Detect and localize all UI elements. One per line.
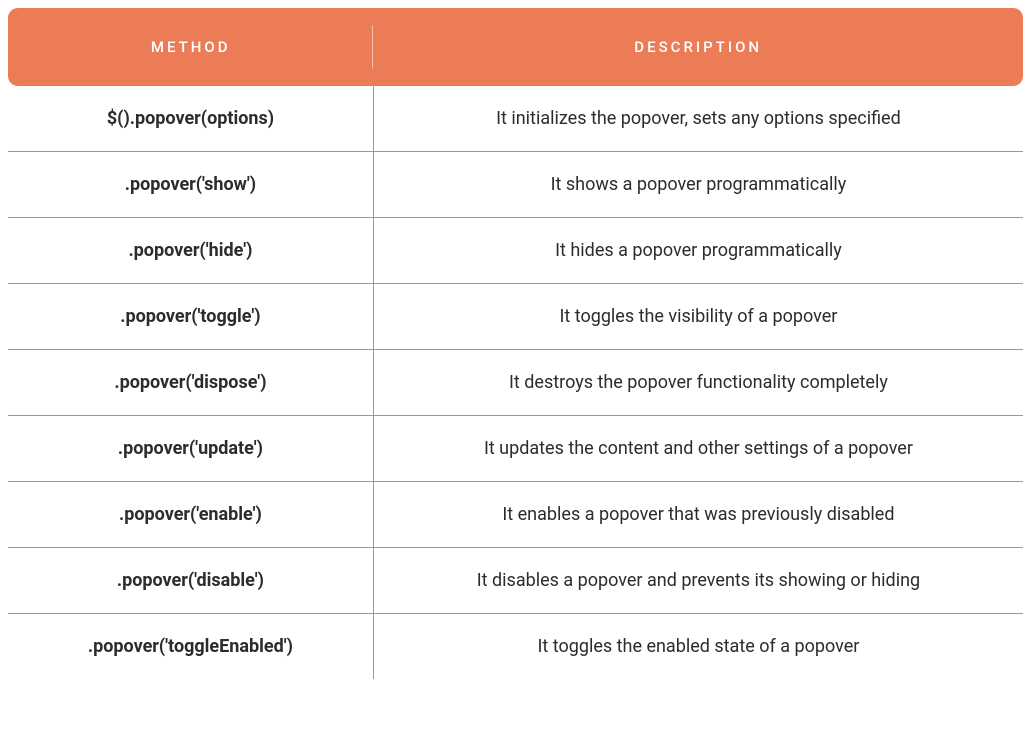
cell-method: .popover('toggle') — [8, 284, 373, 350]
cell-description: It enables a popover that was previously… — [373, 482, 1023, 548]
table-row: .popover('toggle') It toggles the visibi… — [8, 284, 1023, 350]
cell-method: $().popover(options) — [8, 86, 373, 152]
table-row: .popover('toggleEnabled') It toggles the… — [8, 614, 1023, 680]
methods-table: METHOD DESCRIPTION $().popover(options) … — [8, 8, 1023, 679]
cell-description: It updates the content and other setting… — [373, 416, 1023, 482]
cell-description: It toggles the enabled state of a popove… — [373, 614, 1023, 680]
table-header-row: METHOD DESCRIPTION — [8, 8, 1023, 86]
table-row: .popover('enable') It enables a popover … — [8, 482, 1023, 548]
cell-method: .popover('dispose') — [8, 350, 373, 416]
table-row: $().popover(options) It initializes the … — [8, 86, 1023, 152]
table-row: .popover('dispose') It destroys the popo… — [8, 350, 1023, 416]
header-method: METHOD — [8, 8, 373, 86]
cell-method: .popover('enable') — [8, 482, 373, 548]
cell-description: It disables a popover and prevents its s… — [373, 548, 1023, 614]
cell-method: .popover('disable') — [8, 548, 373, 614]
cell-description: It initializes the popover, sets any opt… — [373, 86, 1023, 152]
cell-description: It shows a popover programmatically — [373, 152, 1023, 218]
cell-description: It destroys the popover functionality co… — [373, 350, 1023, 416]
table-row: .popover('show') It shows a popover prog… — [8, 152, 1023, 218]
table-body: $().popover(options) It initializes the … — [8, 86, 1023, 679]
cell-method: .popover('toggleEnabled') — [8, 614, 373, 680]
table-row: .popover('update') It updates the conten… — [8, 416, 1023, 482]
cell-method: .popover('hide') — [8, 218, 373, 284]
cell-method: .popover('show') — [8, 152, 373, 218]
table-row: .popover('hide') It hides a popover prog… — [8, 218, 1023, 284]
cell-method: .popover('update') — [8, 416, 373, 482]
header-description: DESCRIPTION — [373, 8, 1023, 86]
cell-description: It hides a popover programmatically — [373, 218, 1023, 284]
table-row: .popover('disable') It disables a popove… — [8, 548, 1023, 614]
cell-description: It toggles the visibility of a popover — [373, 284, 1023, 350]
